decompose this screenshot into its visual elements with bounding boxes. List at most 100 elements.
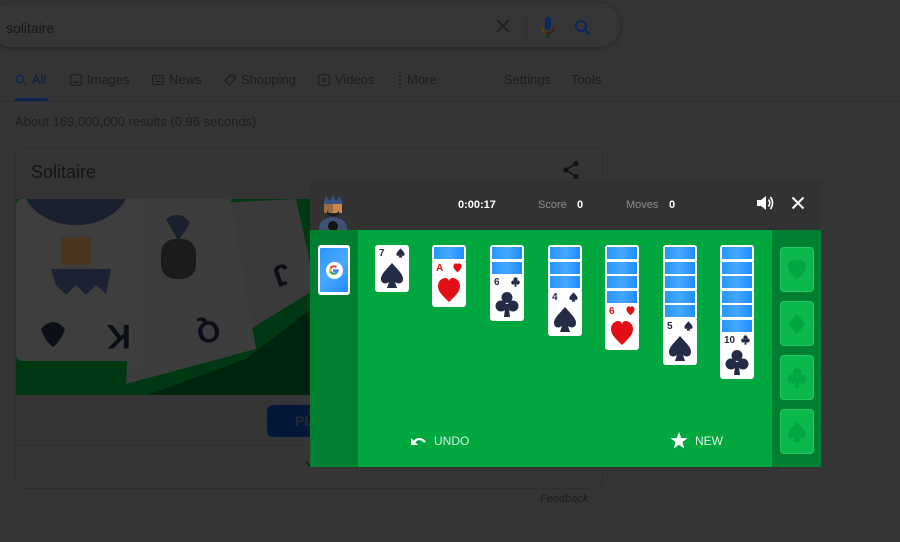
- tab-shopping[interactable]: Shopping: [224, 72, 296, 87]
- face-down-card: [605, 274, 639, 290]
- timer: 0:00:17: [458, 199, 496, 211]
- heart-icon: [788, 259, 806, 279]
- tab-news[interactable]: News: [152, 72, 202, 87]
- foundation-spade[interactable]: [780, 409, 814, 454]
- heart-icon: [611, 321, 633, 345]
- foundation-heart[interactable]: [780, 247, 814, 292]
- face-down-card: [490, 245, 524, 261]
- card-rank: 7: [379, 248, 385, 259]
- heart-icon: [626, 306, 635, 316]
- spade-icon: [554, 306, 576, 332]
- card-rank: A: [436, 262, 444, 274]
- card-back: [320, 248, 348, 292]
- foundation-diamond[interactable]: [780, 301, 814, 346]
- playing-card[interactable]: A: [432, 259, 466, 307]
- face-down-card: [720, 303, 754, 319]
- diamond-icon: [788, 313, 806, 334]
- newspaper-icon: [152, 74, 164, 85]
- playing-card[interactable]: 4: [548, 288, 582, 336]
- playing-cards-illustration: K Q J: [16, 199, 311, 395]
- club-icon: [495, 292, 519, 317]
- face-down-card: [548, 245, 582, 261]
- spade-icon: [569, 291, 578, 302]
- tab-label: Videos: [335, 72, 375, 87]
- spade-icon: [396, 248, 405, 258]
- solitaire-game: 0:00:17 Score 0 Moves 0 7 A 6 4 6 5 10 U…: [310, 181, 821, 467]
- club-icon: [787, 367, 807, 388]
- spade-icon: [684, 320, 693, 331]
- playing-card[interactable]: 5: [663, 317, 697, 365]
- face-down-card: [432, 245, 466, 261]
- divider: [526, 15, 527, 41]
- share-icon[interactable]: [562, 160, 580, 180]
- card-rank: 4: [552, 291, 558, 303]
- club-icon: [725, 350, 749, 375]
- foundation-area: [772, 230, 821, 467]
- club-icon: [741, 335, 750, 345]
- volume-icon[interactable]: [756, 195, 774, 211]
- close-icon[interactable]: [495, 18, 511, 34]
- playing-card[interactable]: 10: [720, 332, 754, 379]
- new-game-button[interactable]: NEW: [670, 432, 723, 449]
- king-avatar-icon: [319, 195, 347, 230]
- undo-icon: [411, 437, 426, 445]
- spade-icon: [788, 421, 806, 442]
- card-rank: 10: [724, 335, 736, 346]
- tab-tools[interactable]: Tools: [571, 72, 601, 87]
- solitaire-hero-image[interactable]: K Q J: [16, 199, 311, 395]
- tab-more[interactable]: More: [398, 72, 437, 87]
- search-icon[interactable]: [574, 19, 592, 37]
- divider: [0, 101, 900, 102]
- tab-label: Settings: [504, 72, 551, 87]
- tab-all[interactable]: All: [15, 72, 46, 87]
- face-down-card: [720, 274, 754, 290]
- search-box[interactable]: solitaire: [0, 3, 620, 47]
- tab-label: Shopping: [241, 72, 296, 87]
- playing-card[interactable]: 6: [490, 274, 524, 321]
- panel-title: Solitaire: [31, 162, 97, 182]
- playing-card[interactable]: 6: [605, 303, 639, 350]
- face-down-card: [605, 245, 639, 261]
- card-rank: 5: [667, 320, 673, 332]
- face-down-card: [663, 245, 697, 261]
- score-value: 0: [577, 199, 584, 211]
- microphone-icon[interactable]: [541, 17, 555, 39]
- more-vert-icon: [398, 74, 402, 85]
- svg-text:K: K: [106, 317, 131, 355]
- moves-label: Moves: [626, 199, 659, 211]
- google-logo-icon: [325, 261, 343, 279]
- tab-label: Images: [87, 72, 130, 87]
- google-search-page: solitaire All Images News Shopping Video…: [0, 0, 900, 542]
- heart-icon: [438, 277, 460, 302]
- undo-button[interactable]: UNDO: [410, 434, 469, 448]
- game-board: 7 A 6 4 6 5 10 UNDO NEW: [310, 230, 821, 467]
- tab-label: More: [407, 72, 437, 87]
- tab-images[interactable]: Images: [70, 72, 130, 87]
- club-icon: [511, 277, 520, 287]
- tab-videos[interactable]: Videos: [318, 72, 375, 87]
- foundation-club[interactable]: [780, 355, 814, 400]
- card-rank: 6: [494, 277, 500, 288]
- image-icon: [70, 73, 82, 86]
- score-label: Score: [538, 199, 567, 211]
- search-icon: [15, 74, 27, 86]
- game-header: 0:00:17 Score 0 Moves 0: [310, 181, 821, 230]
- playing-card[interactable]: 7: [375, 245, 409, 292]
- tab-label: All: [32, 72, 47, 87]
- card-rank: 6: [609, 306, 615, 317]
- stock-pile[interactable]: [318, 245, 350, 295]
- search-input[interactable]: solitaire: [6, 20, 54, 36]
- result-stats: About 169,000,000 results (0.96 seconds): [15, 114, 257, 129]
- spade-icon: [669, 335, 691, 361]
- moves-value: 0: [669, 199, 676, 211]
- feedback-link[interactable]: Feedback: [540, 493, 588, 505]
- spade-icon: [381, 263, 403, 288]
- close-icon[interactable]: [791, 196, 805, 210]
- tab-settings[interactable]: Settings: [504, 72, 551, 87]
- tag-icon: [224, 73, 236, 86]
- face-down-card: [548, 274, 582, 290]
- stock-area: [310, 230, 358, 467]
- tab-label: News: [169, 72, 202, 87]
- tab-label: Tools: [571, 72, 602, 87]
- face-down-card: [663, 274, 697, 290]
